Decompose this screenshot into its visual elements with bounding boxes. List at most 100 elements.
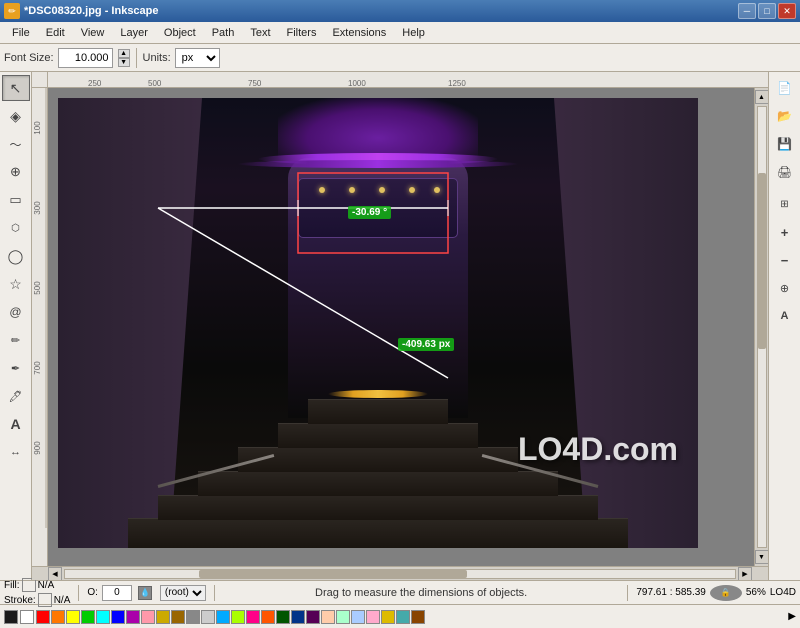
scroll-left-arrow[interactable]: ◀ [48,567,62,581]
maximize-button[interactable]: □ [758,3,776,19]
zoom-tool-button[interactable]: ⊕ [2,159,30,185]
font-size-down[interactable]: ▼ [118,58,130,67]
menu-path[interactable]: Path [204,25,243,41]
calligraphy-tool-button[interactable]: 🖊 [2,383,30,409]
select-tool-button[interactable]: ↖ [2,75,30,101]
vscroll-track[interactable] [757,106,767,548]
stair-4 [238,447,518,472]
photo-background: -30.69 ° -409.63 px LO4D.com [58,98,698,548]
horizontal-scrollbar[interactable]: ◀ ▶ [32,566,768,580]
palette-blue[interactable] [111,610,125,624]
zoom-extra: LO4D [770,587,796,598]
menu-text[interactable]: Text [242,25,278,41]
palette-lightgray[interactable] [201,610,215,624]
palette-hotpink[interactable] [246,610,260,624]
star-tool-button[interactable]: ☆ [2,271,30,297]
palette-darkgreen[interactable] [276,610,290,624]
minimize-button[interactable]: ─ [738,3,756,19]
palette-mustard[interactable] [381,610,395,624]
measure-tool-button[interactable]: ↔ [2,439,30,465]
close-button[interactable]: ✕ [778,3,796,19]
canvas-wrapper: 100 300 500 700 900 [32,88,768,566]
font-size-input[interactable] [58,48,113,68]
palette-sienna[interactable] [411,610,425,624]
svg-text:300: 300 [33,201,42,215]
zoom-fit-button[interactable]: ⊞ [771,191,799,217]
palette-darkorange[interactable] [261,610,275,624]
svg-text:700: 700 [33,361,42,375]
dropper-icon[interactable]: 💧 [138,586,152,600]
palette-periwinkle[interactable] [351,610,365,624]
menu-layer[interactable]: Layer [112,25,156,41]
pencil-tool-button[interactable]: ✏ [2,327,30,353]
palette-green[interactable] [81,610,95,624]
menu-filters[interactable]: Filters [279,25,325,41]
scroll-down-arrow[interactable]: ▼ [755,550,769,564]
open-button[interactable]: 📂 [771,103,799,129]
palette-purple[interactable] [126,610,140,624]
snap-button[interactable]: ⊕ [771,275,799,301]
palette-gray[interactable] [186,610,200,624]
palette-orange[interactable] [51,610,65,624]
text-tool-right[interactable]: A [771,303,799,329]
menu-help[interactable]: Help [394,25,433,41]
ellipse-tool-button[interactable]: ◯ [2,243,30,269]
palette-pink[interactable] [141,610,155,624]
status-separator-1 [78,585,79,601]
pen-tool-button[interactable]: ✒ [2,355,30,381]
palette-rosepink[interactable] [366,610,380,624]
zoom-out-button[interactable]: − [771,247,799,273]
box3d-tool-button[interactable]: ⬡ [2,215,30,241]
palette-brown[interactable] [171,610,185,624]
vertical-scrollbar[interactable]: ▲ ▼ [754,88,768,566]
menu-file[interactable]: File [4,25,38,41]
units-select[interactable]: px mm in pt [175,48,220,68]
canvas-content[interactable]: -30.69 ° -409.63 px LO4D.com [48,88,754,566]
scroll-up-arrow[interactable]: ▲ [755,90,769,104]
menu-object[interactable]: Object [156,25,204,41]
palette-yellow[interactable] [66,610,80,624]
print-button[interactable]: 🖨 [771,159,799,185]
fill-value: N/A [38,580,55,591]
palette-red[interactable] [36,610,50,624]
rect-tool-button[interactable]: ▭ [2,187,30,213]
menu-view[interactable]: View [73,25,113,41]
palette-teal[interactable] [396,610,410,624]
main-area: ↖ ◈ 〜 ⊕ ▭ ⬡ ◯ ☆ @ ✏ ✒ 🖊 A ↔ 250 500 750 … [0,72,800,580]
zoom-in-button[interactable]: + [771,219,799,245]
stair-3 [198,471,558,496]
color-indicators: Fill: N/A Stroke: N/A [4,578,70,607]
scroll-right-arrow[interactable]: ▶ [738,567,752,581]
tweak-tool-button[interactable]: 〜 [2,131,30,157]
fill-color-box[interactable] [22,578,36,592]
hscroll-track[interactable] [64,569,736,579]
spiral-tool-button[interactable]: @ [2,299,30,325]
palette-peach[interactable] [321,610,335,624]
palette-gold[interactable] [156,610,170,624]
menu-edit[interactable]: Edit [38,25,73,41]
new-button[interactable]: 📄 [771,75,799,101]
tool-options-toolbar: Font Size: ▲ ▼ Units: px mm in pt [0,44,800,72]
palette-white[interactable] [20,610,34,624]
menu-extensions[interactable]: Extensions [324,25,394,41]
palette-mintgreen[interactable] [336,610,350,624]
node-tool-button[interactable]: ◈ [2,103,30,129]
distance-measurement-tooltip: -409.63 px [398,338,454,351]
ruler-mark: 1000 [348,79,366,88]
palette-cyan[interactable] [96,610,110,624]
palette-lime[interactable] [231,610,245,624]
opacity-input[interactable] [102,585,132,601]
palette-darkpurple[interactable] [306,610,320,624]
palette-skyblue[interactable] [216,610,230,624]
left-toolbar: ↖ ◈ 〜 ⊕ ▭ ⬡ ◯ ☆ @ ✏ ✒ 🖊 A ↔ [0,72,32,580]
save-button[interactable]: 💾 [771,131,799,157]
palette-black[interactable] [4,610,18,624]
stroke-color-box[interactable] [38,593,52,607]
ruler-mark: 1250 [448,79,466,88]
palette-scroll-right[interactable]: ▶ [788,611,796,622]
palette-darkblue[interactable] [291,610,305,624]
layer-select[interactable]: (root) [160,585,206,601]
toolbar-separator [136,48,137,68]
text-tool-button[interactable]: A [2,411,30,437]
font-size-up[interactable]: ▲ [118,49,130,58]
